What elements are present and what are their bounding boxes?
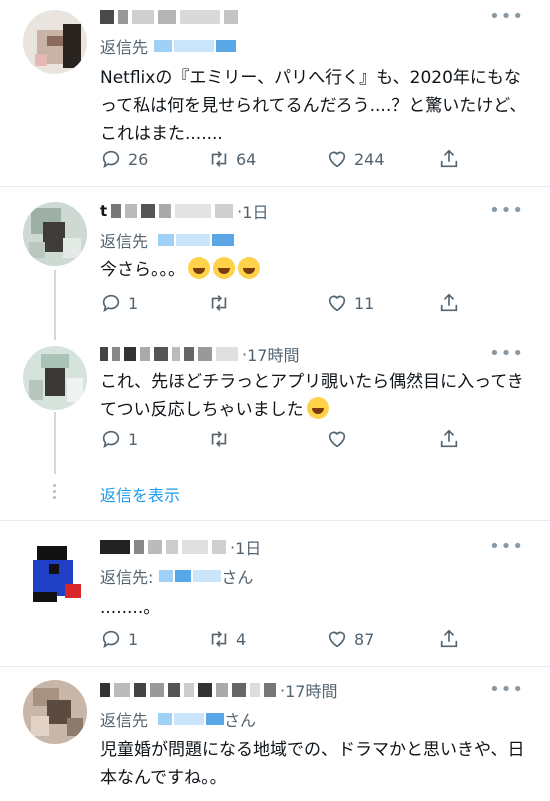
share-icon [440,149,458,168]
share-button[interactable] [438,292,466,314]
avatar[interactable] [23,542,87,606]
reply-icon [102,150,120,169]
reply-to-prefix: 返信先 [100,232,149,251]
reply-button[interactable]: 1 [100,628,138,650]
user-name-row[interactable]: · 1日 [100,536,261,558]
avatar[interactable] [23,680,87,744]
laughing-emoji-icon [188,257,210,279]
tweet-time[interactable]: 17時間 [247,342,299,366]
more-options-icon[interactable]: ••• [489,200,524,221]
tweet-text-content: 今さら。。。 [100,260,185,280]
tweet-actions: 1 4 87 [100,628,480,654]
reply-count: 1 [128,293,139,313]
tweet-actions: 26 64 244 [100,148,480,174]
avatar[interactable] [23,346,87,410]
avatar[interactable] [23,10,87,74]
reply-button[interactable]: 1 [100,292,138,314]
share-button[interactable] [438,148,466,170]
retweet-count: 4 [236,629,247,649]
retweet-button[interactable] [208,292,236,314]
tweet-time[interactable]: 1日 [235,535,261,559]
like-count: 244 [354,149,385,169]
reply-to-line: 返信先 [100,34,237,58]
tweet-actions: 1 [100,428,480,454]
tweet-4[interactable]: · 1日 ••• 返信先: さん ........。 1 4 87 [0,520,550,664]
tweet-time[interactable]: 17時間 [285,678,337,702]
retweet-button[interactable]: 64 [208,148,256,170]
reply-to-prefix: 返信先: [100,568,154,587]
reply-icon [102,430,120,449]
reply-count: 26 [128,149,149,169]
like-button[interactable] [326,428,354,450]
show-replies-link[interactable]: 返信を表示 [100,482,180,506]
reply-icon [102,294,120,313]
share-button[interactable] [438,628,466,650]
share-icon [440,293,458,312]
heart-icon [328,151,346,168]
tweet-2[interactable]: t · 1日 ••• 返信先 今さら。。。 1 11 [0,186,550,338]
retweet-button[interactable] [208,428,236,450]
user-name-row[interactable]: · 17時間 [100,343,299,365]
reply-to-line: 返信先 さん [100,707,256,731]
retweet-button[interactable]: 4 [208,628,246,650]
tweet-text: 児童婚が問題になる地域での、ドラマかと思いきや、日本なんですね。。 [100,740,525,788]
avatar[interactable] [23,202,87,266]
share-button[interactable] [438,428,466,450]
share-icon [440,429,458,448]
reply-to-user[interactable] [158,234,175,246]
tweet-text: これ、先ほどチラっとアプリ覗いたら偶然目に入ってきてつい反応しちゃいました [100,368,530,424]
like-button[interactable]: 11 [326,292,374,314]
heart-icon [328,295,346,312]
thread-continuation-dots [53,484,57,502]
reply-count: 1 [128,629,139,649]
retweet-icon [211,295,227,311]
tweet-text: ........。 [100,598,161,618]
more-options-icon[interactable]: ••• [489,343,524,364]
retweet-icon [211,431,227,447]
like-button[interactable]: 244 [326,148,385,170]
reply-to-user[interactable] [158,713,173,725]
tweet-actions: 1 11 [100,292,480,318]
more-options-icon[interactable]: ••• [489,679,524,700]
tweet-text: 今さら。。。 [100,256,530,284]
user-name-row[interactable] [100,6,242,28]
reply-to-user[interactable] [154,40,173,52]
reply-to-prefix: 返信先 [100,38,149,57]
tweet-text: Netflixの『エミリー、パリへ行く』も、2020年にもなって私は何を見せられ… [100,68,527,144]
reply-to-line: 返信先: さん [100,564,253,588]
reply-to-prefix: 返信先 [100,711,149,730]
like-button[interactable]: 87 [326,628,374,650]
laughing-emoji-icon [213,257,235,279]
retweet-icon [211,631,227,647]
tweet-5[interactable]: · 17時間 ••• 返信先 さん 児童婚が問題になる地域での、ドラマかと思いき… [0,666,550,801]
laughing-emoji-icon [238,257,260,279]
reply-to-user[interactable] [159,570,174,582]
retweet-count: 64 [236,149,257,169]
tweet-time[interactable]: 1日 [242,199,268,223]
tweet-3[interactable]: · 17時間 ••• これ、先ほどチラっとアプリ覗いたら偶然目に入ってきてつい反… [0,338,550,518]
heart-icon [328,431,346,448]
retweet-icon [211,151,227,167]
like-count: 87 [354,629,375,649]
tweet-1[interactable]: ••• 返信先 Netflixの『エミリー、パリへ行く』も、2020年にもなって… [0,0,550,186]
sweat-smile-emoji-icon [306,397,329,419]
user-name-row[interactable]: t · 1日 [100,199,268,223]
more-options-icon[interactable]: ••• [489,6,524,27]
reply-count: 1 [128,429,139,449]
user-name-row[interactable]: · 17時間 [100,679,337,701]
reply-button[interactable]: 26 [100,148,148,170]
more-options-icon[interactable]: ••• [489,536,524,557]
heart-icon [328,631,346,648]
reply-to-line: 返信先 [100,228,235,252]
reply-to-suffix: さん [224,711,257,730]
reply-to-suffix: さん [221,568,254,587]
reply-icon [102,630,120,649]
handle-initial: t [100,202,108,220]
like-count: 11 [354,293,375,313]
reply-button[interactable]: 1 [100,428,138,450]
share-icon [440,629,458,648]
